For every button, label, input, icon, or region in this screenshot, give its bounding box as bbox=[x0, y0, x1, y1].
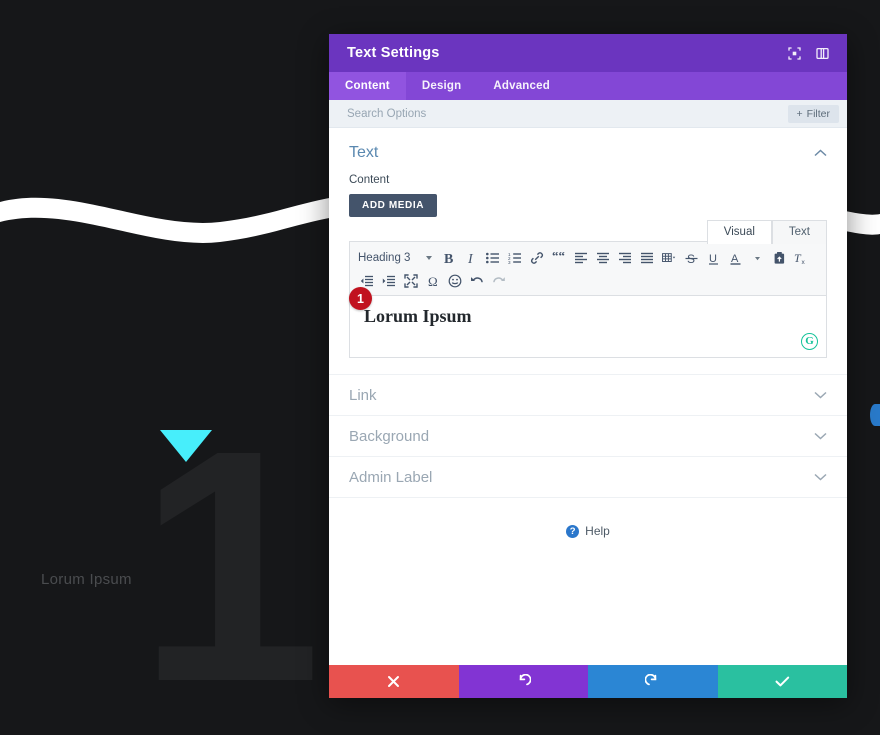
editor-toolbar: Heading 3 B I 1 2 3 ““ S U A T x Ω bbox=[349, 241, 827, 296]
panel-tabs: Content Design Advanced bbox=[329, 72, 847, 100]
underline-icon[interactable]: U bbox=[702, 247, 724, 269]
text-settings-panel: Text Settings Content Design Advanced + … bbox=[329, 34, 847, 698]
save-button[interactable] bbox=[717, 665, 847, 698]
emoji-icon[interactable] bbox=[444, 270, 466, 292]
italic-icon[interactable]: I bbox=[460, 247, 482, 269]
undo-button[interactable] bbox=[458, 665, 588, 698]
fullscreen-icon[interactable] bbox=[400, 270, 422, 292]
link-icon[interactable] bbox=[526, 247, 548, 269]
filter-label: Filter bbox=[806, 107, 830, 120]
section-admin-label[interactable]: Admin Label bbox=[329, 457, 847, 498]
triangle-accent-icon bbox=[160, 430, 212, 462]
filter-button[interactable]: + Filter bbox=[787, 104, 839, 123]
section-background-title: Background bbox=[349, 427, 430, 445]
tab-advanced[interactable]: Advanced bbox=[477, 72, 566, 100]
add-media-row: ADD MEDIA bbox=[329, 186, 847, 217]
svg-text:Ω: Ω bbox=[428, 274, 438, 288]
panel-title: Text Settings bbox=[347, 45, 440, 61]
tab-text[interactable]: Text bbox=[771, 220, 827, 244]
redo-icon[interactable] bbox=[488, 270, 510, 292]
add-media-button[interactable]: ADD MEDIA bbox=[349, 194, 438, 217]
section-link[interactable]: Link bbox=[329, 375, 847, 416]
svg-text:U: U bbox=[709, 253, 717, 265]
panel-body: Text Content ADD MEDIA Visual Text Headi… bbox=[329, 128, 847, 665]
clear-formatting-icon[interactable]: T x bbox=[790, 247, 812, 269]
panel-footer bbox=[329, 665, 847, 698]
chevron-down-icon[interactable] bbox=[814, 473, 827, 481]
text-color-caret-icon[interactable] bbox=[746, 247, 768, 269]
svg-text:““: ““ bbox=[552, 252, 566, 263]
undo-icon[interactable] bbox=[466, 270, 488, 292]
chevron-down-icon[interactable] bbox=[814, 432, 827, 440]
format-select[interactable]: Heading 3 bbox=[356, 252, 438, 264]
paste-as-text-icon[interactable] bbox=[768, 247, 790, 269]
bold-icon[interactable]: B bbox=[438, 247, 460, 269]
align-left-icon[interactable] bbox=[570, 247, 592, 269]
bulleted-list-icon[interactable] bbox=[482, 247, 504, 269]
text-color-icon[interactable]: A bbox=[724, 247, 746, 269]
search-input[interactable] bbox=[345, 106, 788, 121]
editor-mode-tabs: Visual Text bbox=[349, 220, 827, 244]
redo-button[interactable] bbox=[588, 665, 718, 698]
edge-handle[interactable] bbox=[870, 404, 880, 426]
tab-design[interactable]: Design bbox=[406, 72, 478, 100]
panel-layout-icon[interactable] bbox=[811, 42, 833, 64]
help-label: Help bbox=[585, 524, 610, 538]
svg-text:I: I bbox=[467, 252, 474, 265]
table-icon[interactable] bbox=[658, 247, 680, 269]
expand-icon[interactable] bbox=[783, 42, 805, 64]
svg-text:x: x bbox=[802, 259, 806, 265]
strikethrough-icon[interactable]: S bbox=[680, 247, 702, 269]
grammarly-icon[interactable]: G bbox=[801, 333, 818, 350]
toolbar-row-2: Ω bbox=[356, 269, 820, 292]
panel-header: Text Settings bbox=[329, 34, 847, 72]
align-center-icon[interactable] bbox=[592, 247, 614, 269]
search-bar: + Filter bbox=[329, 100, 847, 128]
svg-text:A: A bbox=[731, 253, 739, 265]
section-text-header[interactable]: Text bbox=[329, 128, 847, 170]
special-character-icon[interactable]: Ω bbox=[422, 270, 444, 292]
section-link-title: Link bbox=[349, 386, 377, 404]
toolbar-row-1: Heading 3 B I 1 2 3 ““ S U A T x bbox=[356, 246, 820, 269]
align-right-icon[interactable] bbox=[614, 247, 636, 269]
chevron-down-icon bbox=[426, 255, 433, 260]
format-select-value: Heading 3 bbox=[358, 251, 411, 264]
hero-label: Lorum Ipsum bbox=[41, 571, 132, 588]
wysiwyg-editor: Visual Text Heading 3 B I 1 2 3 ““ S U A… bbox=[329, 217, 847, 374]
section-background[interactable]: Background bbox=[329, 416, 847, 457]
editor-heading-text[interactable]: Lorum Ipsum bbox=[364, 306, 812, 327]
chevron-up-icon[interactable] bbox=[814, 149, 827, 157]
help-link[interactable]: ? Help bbox=[329, 498, 847, 538]
indent-icon[interactable] bbox=[378, 270, 400, 292]
hero-number: 1 bbox=[138, 381, 322, 735]
chevron-down-icon[interactable] bbox=[814, 391, 827, 399]
step-badge-1: 1 bbox=[349, 287, 372, 310]
svg-text:B: B bbox=[444, 252, 453, 265]
svg-text:3: 3 bbox=[508, 260, 511, 264]
blockquote-icon[interactable]: ““ bbox=[548, 247, 570, 269]
section-text-title: Text bbox=[349, 144, 379, 161]
cancel-button[interactable] bbox=[329, 665, 459, 698]
align-justify-icon[interactable] bbox=[636, 247, 658, 269]
content-field-label: Content bbox=[349, 174, 390, 186]
numbered-list-icon[interactable]: 1 2 3 bbox=[504, 247, 526, 269]
section-text: Text Content ADD MEDIA Visual Text Headi… bbox=[329, 128, 847, 375]
editor-content-area[interactable]: 1 Lorum Ipsum G bbox=[349, 287, 827, 358]
tab-content[interactable]: Content bbox=[329, 72, 406, 100]
question-mark-icon: ? bbox=[566, 524, 580, 538]
section-admin-label-title: Admin Label bbox=[349, 468, 433, 486]
tab-visual[interactable]: Visual bbox=[706, 220, 772, 244]
plus-icon: + bbox=[796, 107, 803, 120]
